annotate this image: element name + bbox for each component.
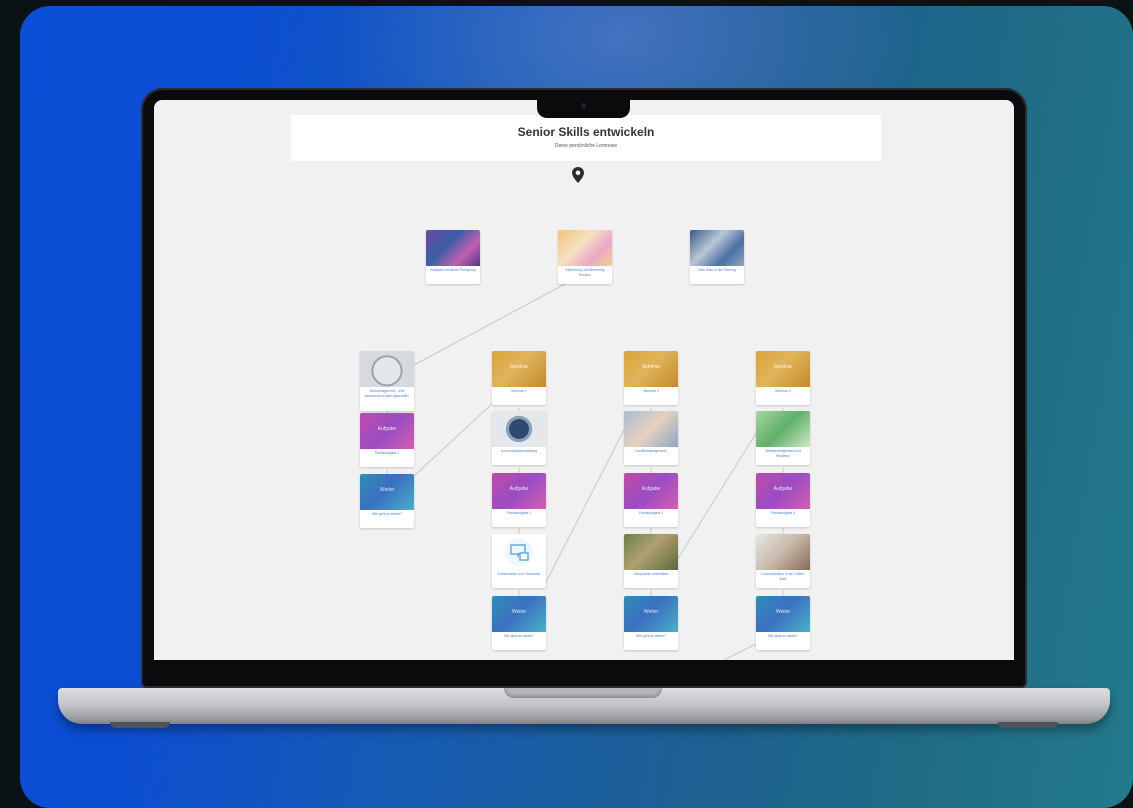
- learning-card[interactable]: Zeitmanagement – Wie bekomme ich alles g…: [360, 351, 414, 411]
- screen-bezel-bottom: [154, 660, 1014, 676]
- card-image: [756, 534, 810, 570]
- laptop-notch: [537, 96, 630, 118]
- camera-icon: [581, 103, 586, 108]
- learning-card[interactable]: Kommunikationstraining: [492, 411, 546, 465]
- card-caption: Wie geht es weiter?: [636, 634, 666, 638]
- learning-card[interactable]: Aufgabe Praxisaufgabe 2: [492, 473, 546, 527]
- card-image: Weiter: [624, 596, 678, 632]
- card-image: Seminar: [756, 351, 810, 387]
- learning-card[interactable]: Aufgabe Praxisaufgabe 3: [624, 473, 678, 527]
- learning-card[interactable]: Seminar Seminar 2: [624, 351, 678, 405]
- laptop-foot: [998, 722, 1058, 728]
- card-caption: Einführung und Mentoring Session: [565, 268, 605, 277]
- page-subtitle: Deine persönliche Lernreise: [554, 143, 618, 149]
- page-header: Senior Skills entwickeln Deine persönlic…: [291, 115, 881, 161]
- card-image: [360, 351, 414, 387]
- card-caption: Dein Start in die Führung: [698, 268, 736, 272]
- card-caption: Seminar 3: [775, 389, 791, 393]
- card-image: Weiter: [492, 596, 546, 632]
- card-caption: Praxisaufgabe 2: [506, 511, 532, 515]
- card-image: Seminar: [624, 351, 678, 387]
- learning-card[interactable]: Kommunikation in der Online-Welt: [756, 534, 810, 588]
- laptop-foot: [110, 722, 170, 728]
- learning-card[interactable]: Weiter Wie geht es weiter?: [492, 596, 546, 650]
- connector-lines: [386, 275, 784, 660]
- card-caption: Gespräche vorbereiten: [633, 572, 669, 576]
- card-image: Aufgabe: [492, 473, 546, 509]
- laptop-opening-lip: [504, 688, 662, 698]
- card-image: [426, 230, 480, 266]
- card-caption: Wie geht es weiter?: [372, 512, 402, 516]
- card-caption: Zeitmanagement – Wie bekomme ich alles g…: [364, 389, 410, 398]
- card-image: [756, 411, 810, 447]
- learning-card[interactable]: Einführung und Mentoring Session: [558, 230, 612, 284]
- card-image: Seminar: [492, 351, 546, 387]
- card-caption: Seminar 2: [643, 389, 659, 393]
- learning-card[interactable]: Kollaboration und Teamwork: [492, 534, 546, 588]
- learning-card[interactable]: Seminar Seminar 1: [492, 351, 546, 405]
- card-caption: Seminar 1: [511, 389, 527, 393]
- learning-card[interactable]: Seminar Seminar 3: [756, 351, 810, 405]
- map-pin-icon: [572, 167, 584, 183]
- card-caption: Wie geht es weiter?: [768, 634, 798, 638]
- screen-share-icon: [505, 538, 533, 566]
- card-caption: Praxisaufgabe 4: [770, 511, 796, 515]
- card-caption: Kommunikationstraining: [500, 449, 538, 453]
- card-caption: Kickstart mit deiner Peergroup: [430, 268, 476, 272]
- card-caption: Praxisaufgabe 1: [374, 451, 400, 455]
- card-caption: Kollaboration und Teamwork: [497, 572, 541, 576]
- card-caption: Konfliktmanagement: [635, 449, 667, 453]
- card-image: Aufgabe: [756, 473, 810, 509]
- learning-card[interactable]: Weiter Wie geht es weiter?: [756, 596, 810, 650]
- card-image: Weiter: [360, 474, 414, 510]
- card-caption: Wie geht es weiter?: [504, 634, 534, 638]
- laptop-screen: Senior Skills entwickeln Deine persönlic…: [154, 100, 1014, 660]
- card-image: [624, 411, 678, 447]
- learning-card[interactable]: Dein Start in die Führung: [690, 230, 744, 284]
- learning-card[interactable]: Gespräche vorbereiten: [624, 534, 678, 588]
- learning-card[interactable]: Selbstmanagement und Resilienz: [756, 411, 810, 465]
- card-image: Aufgabe: [360, 413, 414, 449]
- page-title: Senior Skills entwickeln: [517, 125, 655, 139]
- card-image: Weiter: [756, 596, 810, 632]
- card-caption: Praxisaufgabe 3: [638, 511, 664, 515]
- learning-card[interactable]: Aufgabe Praxisaufgabe 4: [756, 473, 810, 527]
- card-caption: Kommunikation in der Online-Welt: [760, 572, 806, 581]
- learning-card[interactable]: Aufgabe Praxisaufgabe 1: [360, 413, 414, 467]
- card-image: [624, 534, 678, 570]
- learning-card[interactable]: Kickstart mit deiner Peergroup: [426, 230, 480, 284]
- learning-card[interactable]: Weiter Wie geht es weiter?: [360, 474, 414, 528]
- card-image: [492, 411, 546, 447]
- card-image: Aufgabe: [624, 473, 678, 509]
- learning-card[interactable]: Konfliktmanagement: [624, 411, 678, 465]
- card-image: [558, 230, 612, 266]
- learning-card[interactable]: Weiter Wie geht es weiter?: [624, 596, 678, 650]
- card-caption: Selbstmanagement und Resilienz: [765, 449, 801, 458]
- card-image: [690, 230, 744, 266]
- card-image: [492, 534, 546, 570]
